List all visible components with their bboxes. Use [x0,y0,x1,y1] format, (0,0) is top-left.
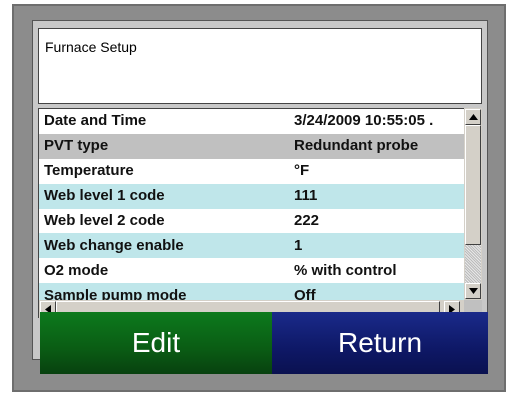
setting-label: Temperature [44,162,134,180]
setting-value: 3/24/2009 10:55:05 . [294,112,434,130]
page-title: Furnace Setup [45,39,137,55]
scroll-up-button[interactable] [465,109,481,125]
setting-value: °F [294,162,310,180]
device-bezel: Furnace Setup Date and Time 3/24/2009 10… [12,4,506,392]
vertical-scrollbar[interactable] [464,108,482,300]
list-item[interactable]: Temperature °F [39,158,465,184]
setting-value: 1 [294,236,303,254]
setting-label: Web level 1 code [44,187,165,205]
list-item[interactable]: Web change enable 1 [39,233,465,259]
vertical-scroll-thumb[interactable] [465,125,481,245]
edit-button[interactable]: Edit [40,312,272,374]
list-item[interactable]: Web level 1 code 111 [39,183,465,209]
vertical-scroll-track[interactable] [465,245,481,283]
setting-label: PVT type [44,137,109,155]
touch-screen: Furnace Setup Date and Time 3/24/2009 10… [32,20,488,360]
setting-label: Web level 2 code [44,212,165,229]
list-item[interactable]: Date and Time 3/24/2009 10:55:05 . [39,109,465,134]
setting-value: Redundant probe [294,137,419,155]
setting-label: O2 mode [44,261,109,279]
setting-value: Off [294,286,316,301]
list-item[interactable]: PVT type Redundant probe [39,133,465,159]
down-arrow-icon [468,288,478,294]
list-item[interactable]: Web level 2 code 222 [39,208,465,234]
setting-value: % with control [294,261,397,279]
scroll-down-button[interactable] [465,283,481,299]
title-panel: Furnace Setup [38,28,482,104]
list-item[interactable]: Sample pump mode Off [39,283,465,301]
setting-label: Date and Time [44,112,147,130]
setting-label: Sample pump mode [44,286,187,301]
setting-value: 111 [294,187,318,205]
setting-label: Web change enable [44,236,184,254]
settings-list[interactable]: Date and Time 3/24/2009 10:55:05 . PVT t… [38,108,465,301]
up-arrow-icon [468,114,478,120]
return-button[interactable]: Return [272,312,488,374]
setting-value: 222 [294,212,320,229]
list-item[interactable]: O2 mode % with control [39,258,465,284]
